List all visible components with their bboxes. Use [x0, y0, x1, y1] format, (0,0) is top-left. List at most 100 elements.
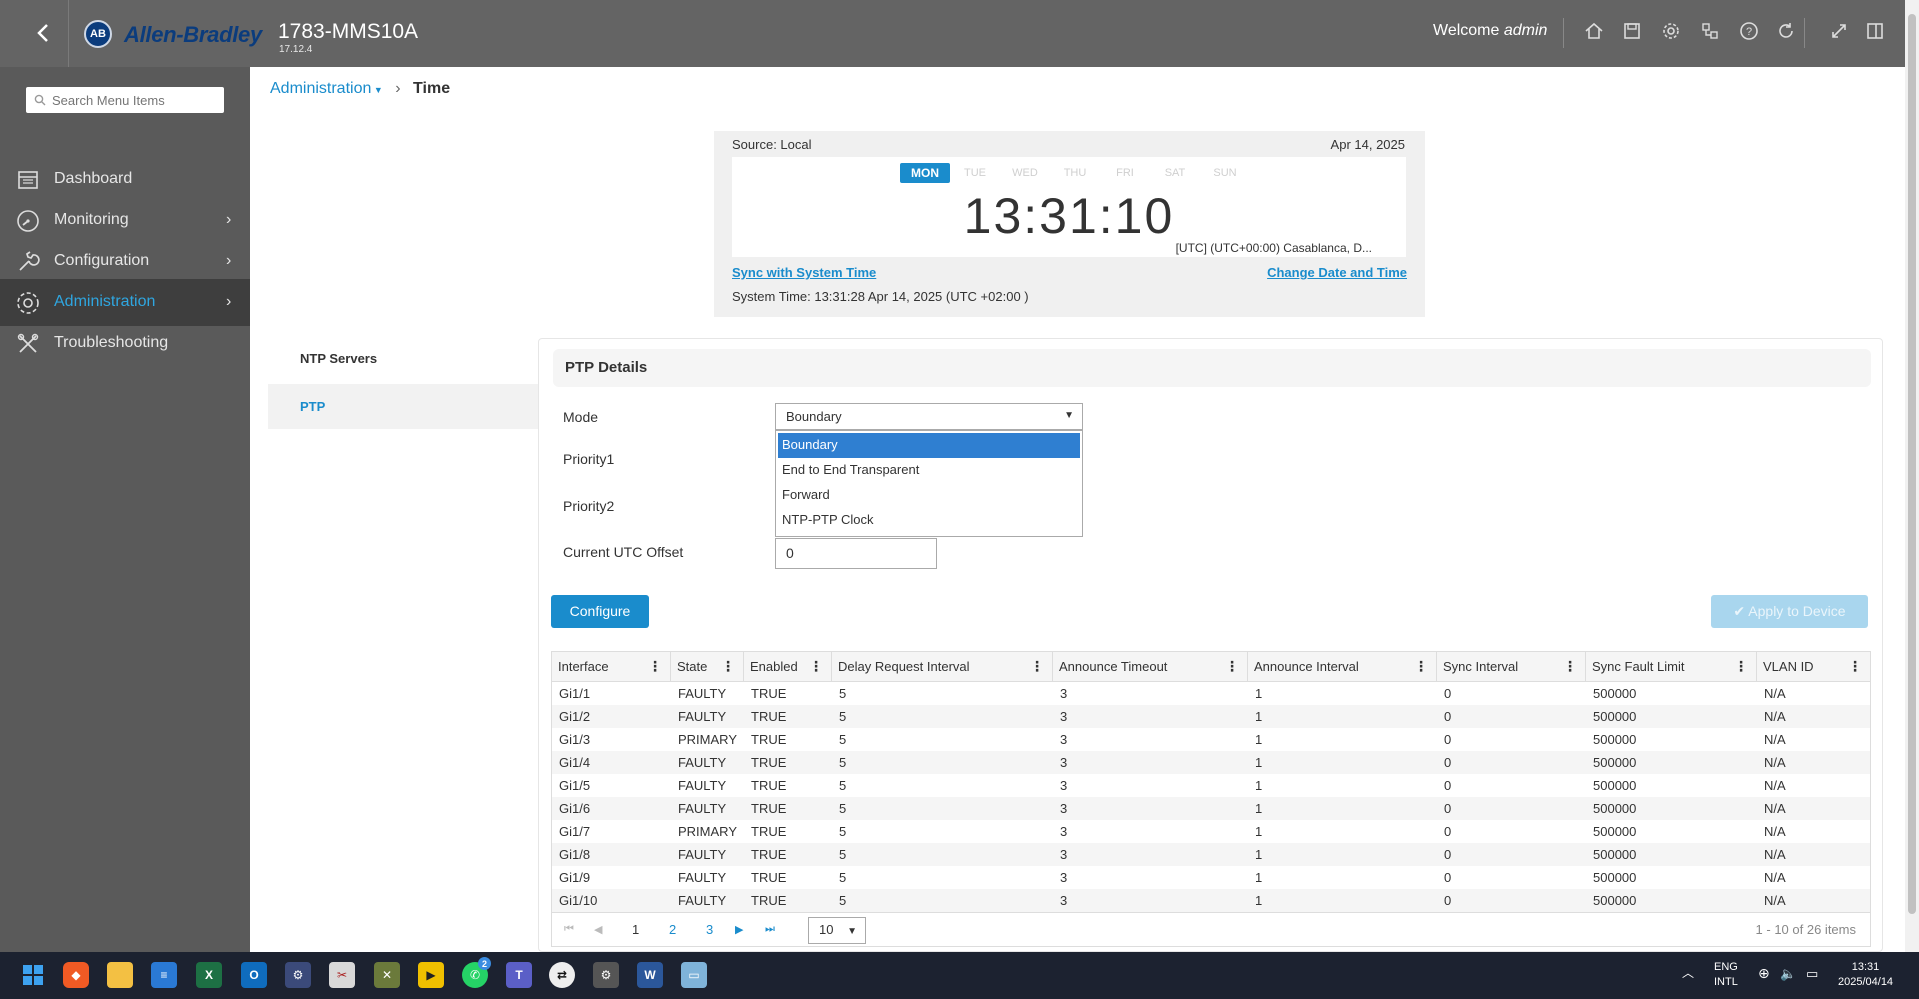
column-header[interactable]: Sync Fault Limit ⋮ [1586, 652, 1757, 681]
table-row[interactable]: Gi1/7 PRIMARY TRUE 5 3 1 0 500000 N/A [552, 820, 1870, 843]
column-header[interactable]: Announce Timeout ⋮ [1053, 652, 1248, 681]
notepad-icon[interactable]: ≡ [151, 962, 177, 988]
column-menu-icon[interactable]: ⋮ [648, 658, 662, 675]
windows-start-icon[interactable] [20, 962, 46, 988]
first-page-icon[interactable]: ⏮ [564, 923, 574, 936]
refresh-icon[interactable] [1773, 18, 1799, 44]
subnav-ntp-servers[interactable]: NTP Servers [268, 336, 538, 381]
column-menu-icon[interactable]: ⋮ [809, 658, 823, 675]
column-header[interactable]: State ⋮ [671, 652, 744, 681]
table-row[interactable]: Gi1/9 FAULTY TRUE 5 3 1 0 500000 N/A [552, 866, 1870, 889]
utc-offset-input[interactable]: 0 [775, 538, 937, 569]
teams-icon[interactable]: T [506, 962, 532, 988]
panel-title: PTP Details [565, 359, 648, 376]
tools-app-icon[interactable]: ✕ [374, 962, 400, 988]
remote-app-icon[interactable]: ⇄ [549, 962, 575, 988]
mode-option-forward[interactable]: Forward [778, 483, 1080, 508]
volume-icon[interactable]: 🔈 [1780, 966, 1796, 981]
prev-page-icon[interactable]: ◀ [594, 923, 602, 936]
table-row[interactable]: Gi1/1 FAULTY TRUE 5 3 1 0 500000 N/A [552, 682, 1870, 705]
page-size-select[interactable]: 10 ▼ [808, 917, 866, 944]
chevron-up-icon[interactable]: ︿ [1682, 966, 1694, 981]
header-divider [68, 0, 69, 67]
table-cell: 3 [1060, 870, 1068, 885]
snipping-tool-icon[interactable]: ✂ [329, 962, 355, 988]
expand-icon[interactable] [1826, 18, 1852, 44]
subnav-ptp[interactable]: PTP [268, 384, 538, 429]
table-cell: Gi1/6 [559, 801, 591, 816]
breadcrumb-administration[interactable]: Administration [270, 80, 371, 97]
mode-option-ntp-ptp-clock[interactable]: NTP-PTP Clock [778, 508, 1080, 533]
excel-icon[interactable]: X [196, 962, 222, 988]
configure-button[interactable]: Configure [551, 595, 649, 628]
table-cell: 3 [1060, 824, 1068, 839]
table-row[interactable]: Gi1/2 FAULTY TRUE 5 3 1 0 500000 N/A [552, 705, 1870, 728]
priority1-label: Priority1 [563, 451, 615, 467]
column-menu-icon[interactable]: ⋮ [1030, 658, 1044, 675]
home-icon[interactable] [1581, 18, 1607, 44]
table-row[interactable]: Gi1/3 PRIMARY TRUE 5 3 1 0 500000 N/A [552, 728, 1870, 751]
menu-search[interactable] [26, 87, 224, 113]
scrollbar-thumb[interactable] [1908, 14, 1916, 914]
table-row[interactable]: Gi1/6 FAULTY TRUE 5 3 1 0 500000 N/A [552, 797, 1870, 820]
last-page-icon[interactable]: ⏭ [765, 923, 775, 936]
search-input[interactable] [52, 92, 212, 108]
page-scrollbar[interactable] [1905, 0, 1919, 952]
page-3[interactable]: 3 [706, 922, 713, 937]
help-icon[interactable]: ? [1736, 18, 1762, 44]
change-date-time-link[interactable]: Change Date and Time [1267, 265, 1407, 280]
battery-icon[interactable]: ▭ [1806, 966, 1818, 981]
clock-tray[interactable]: 13:31 2025/04/14 [1838, 960, 1893, 990]
table-row[interactable]: Gi1/4 FAULTY TRUE 5 3 1 0 500000 N/A [552, 751, 1870, 774]
file-explorer-icon[interactable] [107, 962, 133, 988]
caret-down-icon[interactable]: ▼ [371, 85, 383, 95]
language-indicator[interactable]: ENG INTL [1714, 960, 1738, 990]
table-cell: FAULTY [678, 755, 727, 770]
gear-icon[interactable] [1658, 18, 1684, 44]
network-icon[interactable]: ⊕ [1758, 966, 1770, 981]
outlook-icon[interactable]: O [241, 962, 267, 988]
table-cell: 3 [1060, 709, 1068, 724]
column-menu-icon[interactable]: ⋮ [1563, 658, 1577, 675]
table-row[interactable]: Gi1/8 FAULTY TRUE 5 3 1 0 500000 N/A [552, 843, 1870, 866]
sidebar-item-administration[interactable]: Administration › [0, 279, 250, 326]
settings-icon[interactable]: ⚙ [593, 962, 619, 988]
column-header[interactable]: Enabled ⋮ [744, 652, 832, 681]
sidebar-item-troubleshooting[interactable]: Troubleshooting [0, 320, 250, 367]
table-row[interactable]: Gi1/5 FAULTY TRUE 5 3 1 0 500000 N/A [552, 774, 1870, 797]
apply-to-device-button[interactable]: ✔ Apply to Device [1711, 595, 1868, 628]
column-title: VLAN ID [1763, 659, 1814, 674]
media-app-icon[interactable]: ▶ [418, 962, 444, 988]
network-app-icon[interactable]: ⚙ [285, 962, 311, 988]
brave-browser-icon[interactable]: ◆ [63, 962, 89, 988]
table-cell: 1 [1255, 824, 1263, 839]
sync-system-time-link[interactable]: Sync with System Time [732, 265, 876, 280]
word-icon[interactable]: W [637, 962, 663, 988]
mode-option-e2e-transparent[interactable]: End to End Transparent [778, 458, 1080, 483]
back-button[interactable] [28, 18, 58, 48]
remote-desktop-icon[interactable]: ▭ [681, 962, 707, 988]
column-header[interactable]: Sync Interval ⋮ [1437, 652, 1586, 681]
mode-select[interactable]: Boundary ▼ [775, 403, 1083, 430]
panel-toggle-icon[interactable] [1862, 18, 1888, 44]
save-icon[interactable] [1619, 18, 1645, 44]
column-menu-icon[interactable]: ⋮ [1734, 658, 1748, 675]
sidebar-item-dashboard[interactable]: Dashboard [0, 156, 250, 203]
column-header[interactable]: VLAN ID ⋮ [1757, 652, 1870, 681]
column-menu-icon[interactable]: ⋮ [721, 658, 735, 675]
next-page-icon[interactable]: ▶ [735, 923, 743, 936]
topology-icon[interactable] [1697, 18, 1723, 44]
mode-option-boundary[interactable]: Boundary [778, 433, 1080, 458]
column-menu-icon[interactable]: ⋮ [1414, 658, 1428, 675]
column-menu-icon[interactable]: ⋮ [1225, 658, 1239, 675]
page-size-value: 10 [819, 922, 834, 937]
sidebar-item-monitoring[interactable]: Monitoring › [0, 197, 250, 244]
column-header[interactable]: Announce Interval ⋮ [1248, 652, 1437, 681]
column-header[interactable]: Delay Request Interval ⋮ [832, 652, 1053, 681]
table-row[interactable]: Gi1/10 FAULTY TRUE 5 3 1 0 500000 N/A [552, 889, 1870, 912]
column-menu-icon[interactable]: ⋮ [1848, 658, 1862, 675]
page-2[interactable]: 2 [669, 922, 676, 937]
page-1[interactable]: 1 [632, 922, 639, 937]
sidebar-item-configuration[interactable]: Configuration › [0, 238, 250, 285]
column-header[interactable]: Interface ⋮ [552, 652, 671, 681]
